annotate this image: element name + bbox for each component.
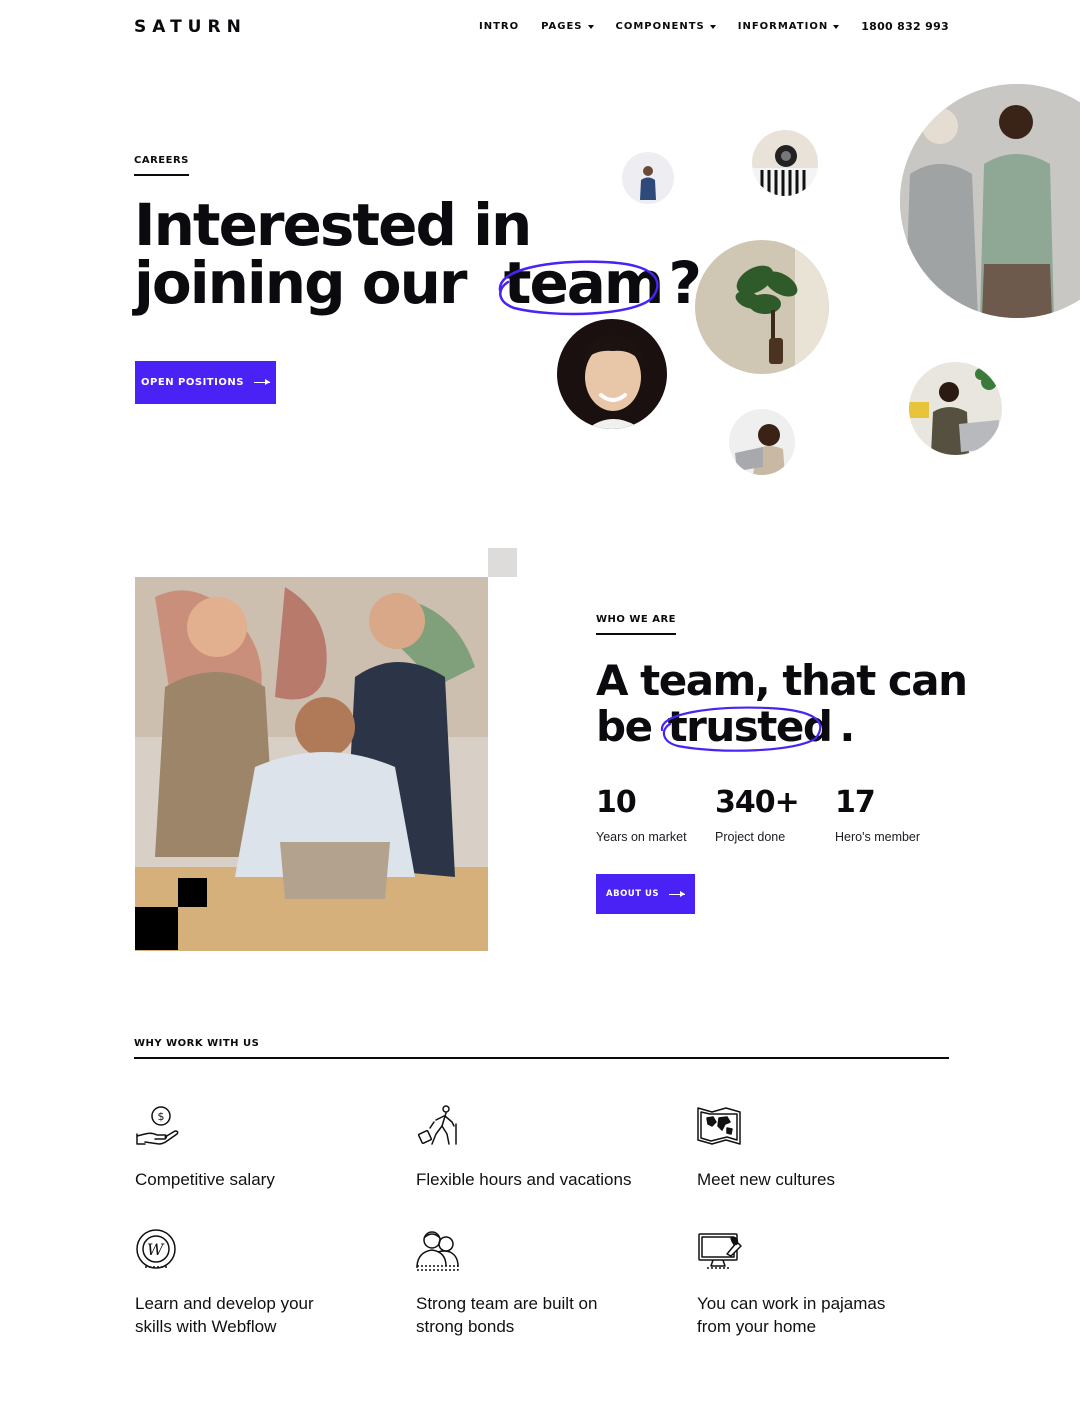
nav-item-label: INTRO — [478, 21, 520, 32]
feature-item: W Learn and develop your skills with Webf… — [135, 1228, 375, 1338]
salary-hand-icon: $ — [135, 1104, 181, 1150]
photo-bubble-two-men — [900, 84, 1080, 318]
chevron-down-icon — [833, 24, 840, 29]
about-us-button[interactable]: ABOUT US — [596, 874, 695, 914]
arrow-right-icon — [668, 890, 685, 897]
about-us-label: ABOUT US — [606, 889, 659, 899]
stat-years: 10 Years on market — [596, 785, 687, 845]
chevron-down-icon — [709, 24, 716, 29]
about-title-line1: A team, that can — [596, 656, 968, 705]
decorative-square — [135, 907, 178, 950]
feature-title: Competitive salary — [135, 1170, 275, 1189]
stat-members: 17 Hero's member — [835, 785, 921, 845]
nav-item-pages[interactable]: PAGES — [541, 21, 594, 32]
stat-label: Years on market — [596, 830, 687, 844]
chevron-down-icon — [587, 24, 594, 29]
about-title: A team, that can be trusted. — [596, 656, 968, 752]
hero-title: Interested in joining our team? — [134, 191, 702, 316]
photo-bubble-plant — [695, 240, 829, 374]
about-title-line2-text: be — [596, 702, 653, 751]
hero-title-line1: Interested in — [134, 191, 532, 259]
hero-eyebrow: CAREERS — [134, 155, 189, 176]
stat-number: 10 — [596, 785, 637, 820]
arrow-right-icon — [253, 379, 270, 385]
feature-title: Flexible hours and vacations — [416, 1170, 632, 1189]
stat-number: 340+ — [715, 785, 800, 820]
feature-title: You can work in pajamas from your home — [697, 1294, 886, 1336]
open-positions-button[interactable]: OPEN POSITIONS — [135, 361, 276, 404]
feature-title: Learn and develop your skills with Webflo… — [135, 1294, 314, 1336]
feature-item: Meet new cultures — [697, 1104, 937, 1191]
svg-text:W: W — [147, 1240, 165, 1259]
photo-bubble-top-view — [752, 130, 818, 196]
why-eyebrow: WHY WORK WITH US — [134, 1038, 949, 1059]
scribble-circle-icon — [660, 706, 821, 752]
traveler-icon — [416, 1104, 462, 1150]
feature-title: Meet new cultures — [697, 1170, 835, 1189]
hero-title-highlight: team — [498, 254, 664, 316]
stat-number: 17 — [835, 785, 876, 820]
world-map-icon — [697, 1104, 743, 1150]
photo-bubble-child-laptop — [729, 409, 795, 475]
webflow-icon: W — [135, 1228, 181, 1274]
nav-item-information[interactable]: INFORMATION — [737, 21, 840, 32]
photo-bubble-person-standing — [622, 152, 674, 204]
nav-phone-link[interactable]: 1800 832 993 — [861, 20, 949, 33]
photo-bubble-man-laptop — [909, 362, 1002, 455]
feature-title: Strong team are built on strong bonds — [416, 1294, 598, 1336]
decorative-square — [178, 878, 207, 907]
site-logo[interactable]: SATURN — [134, 17, 247, 37]
feature-item: $ Competitive salary — [135, 1104, 375, 1191]
nav-item-intro[interactable]: INTRO — [479, 21, 519, 32]
nav-item-components[interactable]: COMPONENTS — [616, 21, 716, 32]
computer-icon — [697, 1228, 743, 1274]
decorative-square — [488, 548, 517, 577]
stat-label: Hero's member — [835, 830, 921, 844]
svg-text:$: $ — [158, 1110, 165, 1123]
photo-bubble-smiling-man — [557, 319, 667, 429]
about-title-highlight: trusted — [660, 704, 833, 752]
feature-item: Flexible hours and vacations — [416, 1104, 656, 1191]
hero-title-line2-text: joining our — [134, 249, 468, 317]
about-title-line2: be trusted. — [596, 702, 967, 752]
stat-projects: 340+ Project done — [715, 785, 800, 845]
feature-item: You can work in pajamas from your home — [697, 1228, 937, 1338]
open-positions-label: OPEN POSITIONS — [141, 377, 244, 388]
nav-item-label: INFORMATION — [737, 21, 829, 32]
nav-item-label: COMPONENTS — [615, 21, 705, 32]
scribble-circle-icon — [498, 260, 659, 316]
about-eyebrow: WHO WE ARE — [596, 614, 676, 635]
feature-item: Strong team are built on strong bonds — [416, 1228, 656, 1338]
nav-item-label: PAGES — [541, 21, 583, 32]
top-navigation: SATURN INTRO PAGES COMPONENTS INFORMATIO… — [0, 0, 1080, 56]
stat-label: Project done — [715, 830, 786, 844]
about-title-suffix: . — [839, 702, 855, 751]
main-menu: INTRO PAGES COMPONENTS INFORMATION 1800 … — [479, 20, 949, 33]
hero-title-line2: joining our team? — [134, 254, 702, 316]
team-people-icon — [416, 1228, 462, 1274]
